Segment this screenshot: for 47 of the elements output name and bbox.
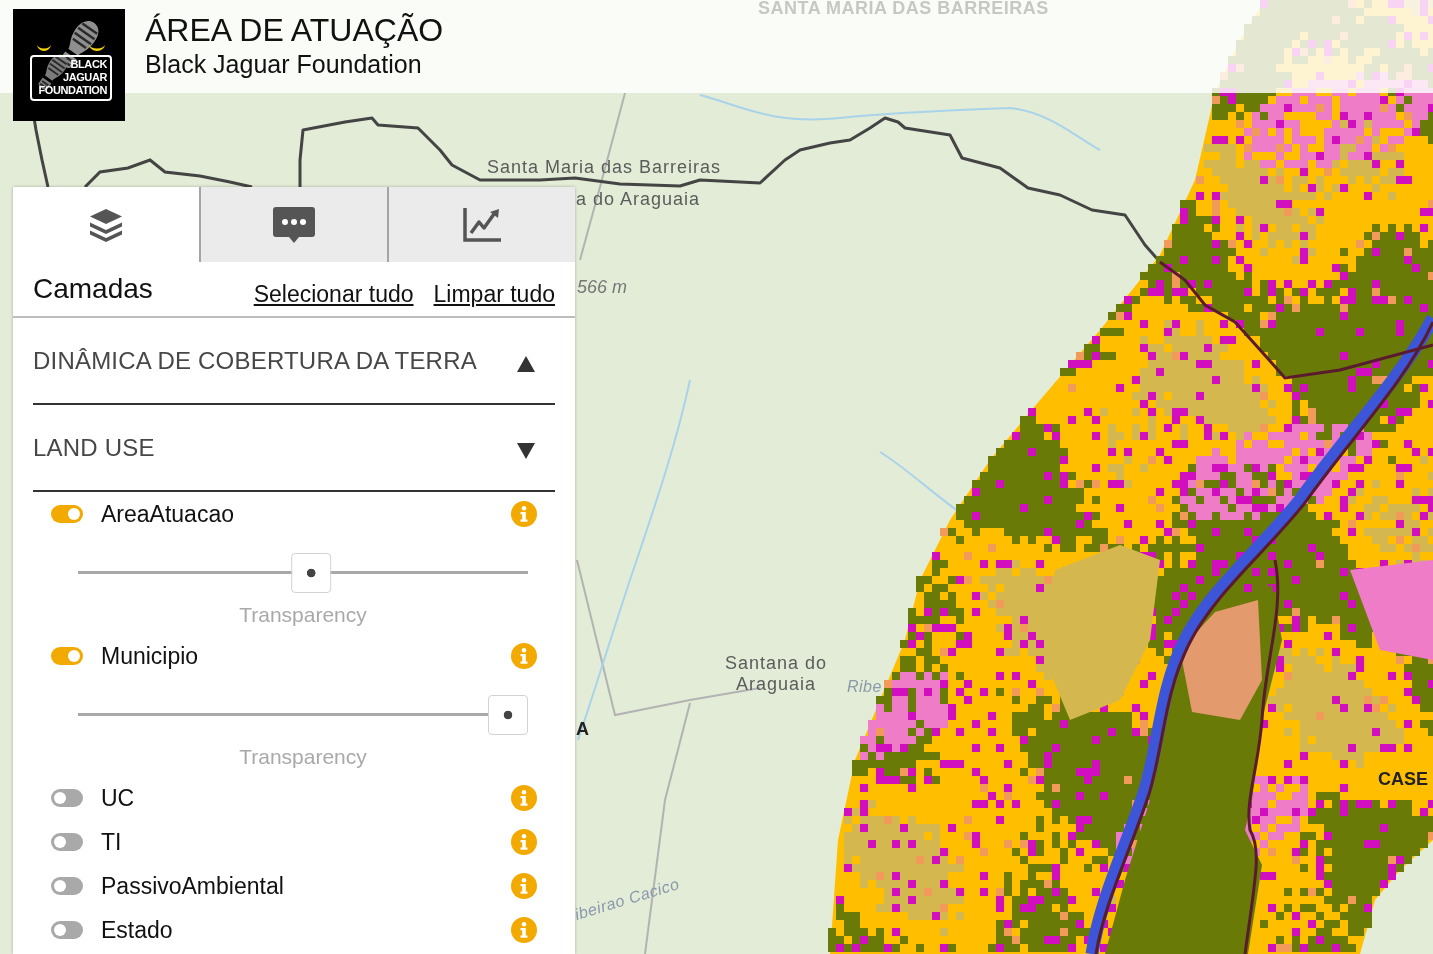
action-link[interactable]: Selecionar tudo xyxy=(253,280,414,308)
layer-name: PassivoAmbiental xyxy=(101,872,285,900)
toggle-switch[interactable] xyxy=(51,789,83,807)
layer-name: Estado xyxy=(101,916,174,944)
info-icon[interactable] xyxy=(511,873,537,899)
river-label: ibeirao Cacico xyxy=(572,875,682,925)
toggle-switch[interactable] xyxy=(51,921,83,939)
panel-heading: Camadas xyxy=(33,273,153,305)
toggle-switch[interactable] xyxy=(51,505,83,523)
slider-label: Transparency xyxy=(239,744,367,770)
slider-thumb[interactable] xyxy=(291,553,332,593)
layer-name: AreaAtuacao xyxy=(101,500,235,528)
panel-tab[interactable] xyxy=(387,187,575,262)
section-header[interactable]: DINÂMICA DE COBERTURA DA TERRA xyxy=(33,318,555,405)
info-icon[interactable] xyxy=(511,829,537,855)
layer-name: TI xyxy=(101,828,123,856)
chat-bubble-icon xyxy=(273,206,315,243)
place-label: Santana do Araguaia xyxy=(723,653,829,695)
logo-text: BLACK JAGUAR FOUNDATION xyxy=(30,55,112,101)
place-label: Santa Maria das Barreiras xyxy=(487,157,722,178)
page-title: ÁREA DE ATUAÇÃO xyxy=(145,11,444,49)
info-icon[interactable] xyxy=(511,643,537,669)
line-chart-icon xyxy=(463,207,501,242)
area-label: CASE xyxy=(1378,769,1428,790)
toggle-switch[interactable] xyxy=(51,647,83,665)
layer-name: UC xyxy=(101,784,136,812)
info-icon[interactable] xyxy=(511,785,537,811)
slider-track[interactable] xyxy=(78,695,528,735)
page-subtitle: Black Jaguar Foundation xyxy=(145,49,423,79)
area-label: A xyxy=(576,719,589,740)
elevation-label: 566 m xyxy=(577,277,628,298)
action-link[interactable]: Limpar tudo xyxy=(433,280,555,308)
river-label: Ribe xyxy=(847,678,882,697)
place-label: a do Araguaia xyxy=(576,189,701,210)
info-icon[interactable] xyxy=(511,501,537,527)
eyes-icon xyxy=(37,42,105,52)
slider-track[interactable] xyxy=(78,553,528,593)
layer-name: Municipio xyxy=(101,642,200,670)
panel-tab[interactable] xyxy=(13,187,199,262)
panel-tab[interactable] xyxy=(199,187,387,262)
section-header[interactable]: LAND USE xyxy=(33,405,555,492)
slider-thumb[interactable] xyxy=(488,695,528,735)
slider-label: Transparency xyxy=(239,602,367,628)
toggle-switch[interactable] xyxy=(51,877,83,895)
toggle-switch[interactable] xyxy=(51,833,83,851)
layers-icon xyxy=(89,207,123,242)
info-icon[interactable] xyxy=(511,917,537,943)
